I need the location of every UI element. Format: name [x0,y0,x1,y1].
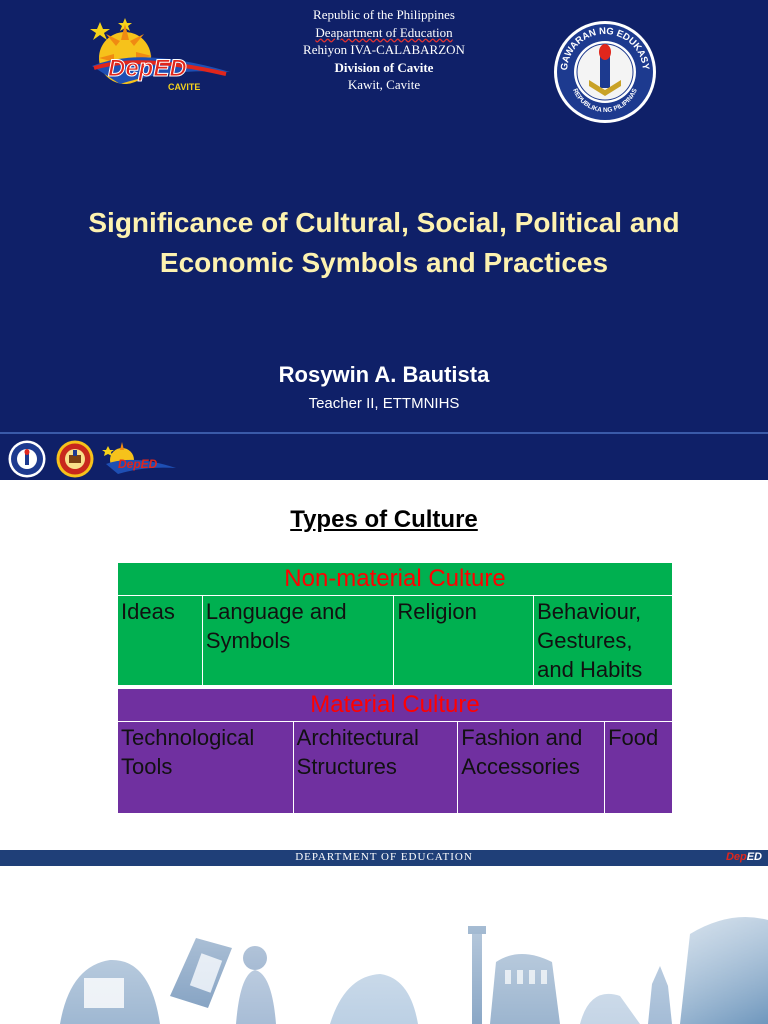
main-title-line-1: Significance of Cultural, Social, Politi… [88,207,680,238]
deped-seal-logo: KAGAWARAN NG EDUKASYON REPUBLIKA NG PILI… [553,20,656,123]
table-cell: Architectural Structures [292,721,459,814]
table-cell: Religion [393,595,535,686]
types-of-culture-title: Types of Culture [290,506,478,533]
deped-seal-small-icon [8,440,46,478]
footer-bar: DEPARTMENT OF EDUCATION DepED [0,850,768,866]
footer-logo-part-a: Dep [725,851,747,863]
deped-cavite-small-icon: DepED [102,442,176,474]
main-title-line-2: Economic Symbols and Practices [159,247,609,278]
next-slide-preview [0,866,768,1024]
non-material-heading-row: Non-material Culture [117,562,673,596]
table-cell: Technological Tools [117,721,294,814]
types-of-culture-slide: Types of Culture Non-material Culture Id… [0,480,768,850]
division-seal-icon [56,440,94,478]
footer-deped-logo: DepED [726,851,762,863]
footer-logo-part-b: ED [746,851,762,863]
slide2-header-bar: DepED [0,432,768,480]
material-row: Technological Tools Architectural Struct… [117,721,673,814]
table-cell: Behaviour, Gestures, and Habits [533,595,673,686]
table-cell: Ideas [117,595,203,686]
footer-department-text: DEPARTMENT OF EDUCATION [295,851,473,863]
non-material-row: Ideas Language and Symbols Religion Beha… [117,595,673,686]
table-cell: Food [604,721,673,814]
table-cell: Fashion and Accessories [457,721,606,814]
material-heading-row: Material Culture [117,688,673,722]
material-culture-table: Material Culture Technological Tools Arc… [117,688,673,814]
svg-text:DepED: DepED [118,457,158,471]
material-heading: Material Culture [117,688,673,722]
title-slide: DepED CAVITE Republic of the Philippines… [0,0,768,432]
culture-collage-image [0,866,768,1024]
author-role: Teacher II, ETTMNIHS [308,395,460,412]
slide-main-title: Significance of Cultural, Social, Politi… [0,203,768,283]
non-material-heading: Non-material Culture [117,562,673,596]
table-cell: Language and Symbols [201,595,395,686]
culture-types-table: Non-material Culture Ideas Language and … [117,562,673,686]
author-name: Rosywin A. Bautista [278,362,490,387]
